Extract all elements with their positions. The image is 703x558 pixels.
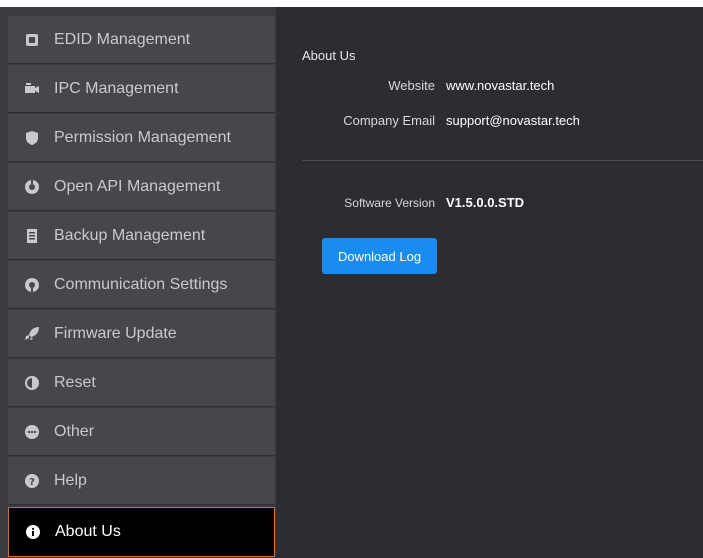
sidebar-item-help[interactable]: ? Help xyxy=(8,457,275,505)
sidebar-item-label: Other xyxy=(54,422,95,440)
download-log-button[interactable]: Download Log xyxy=(322,238,437,274)
sidebar-item-label: Firmware Update xyxy=(54,324,177,342)
sidebar-item-label: Permission Management xyxy=(54,128,231,146)
sidebar-item-ipc-management[interactable]: IPC Management xyxy=(8,65,275,113)
sidebar-item-open-api-management[interactable]: Open API Management xyxy=(8,163,275,211)
sidebar-item-backup-management[interactable]: Backup Management xyxy=(8,212,275,260)
ipc-icon xyxy=(24,81,40,97)
website-value: www.novastar.tech xyxy=(446,78,555,93)
sidebar-item-other[interactable]: Other xyxy=(8,408,275,456)
edid-icon xyxy=(24,32,40,48)
company-email-value: support@novastar.tech xyxy=(446,113,580,128)
backup-icon xyxy=(24,228,40,244)
sidebar-item-label: Backup Management xyxy=(54,226,206,244)
sidebar-item-label: Communication Settings xyxy=(54,275,228,293)
software-version-value: V1.5.0.0.STD xyxy=(446,195,525,210)
website-label: Website xyxy=(388,78,435,93)
rocket-icon xyxy=(24,326,40,342)
sidebar-item-label: Open API Management xyxy=(54,177,221,195)
svg-text:?: ? xyxy=(29,477,35,488)
sidebar-item-label: About Us xyxy=(55,523,121,540)
sidebar-item-firmware-update[interactable]: Firmware Update xyxy=(8,310,275,358)
help-icon: ? xyxy=(24,473,40,489)
reset-icon xyxy=(24,375,40,391)
other-icon xyxy=(24,424,40,440)
sidebar-item-permission-management[interactable]: Permission Management xyxy=(8,114,275,162)
sidebar-item-reset[interactable]: Reset xyxy=(8,359,275,407)
sidebar-item-about-us[interactable]: About Us xyxy=(8,507,275,557)
communication-icon xyxy=(24,277,40,293)
info-icon xyxy=(25,524,41,540)
sidebar-item-label: IPC Management xyxy=(54,79,179,97)
software-version-label: Software Version xyxy=(344,196,435,210)
sidebar-item-label: Help xyxy=(54,471,87,489)
sidebar-item-communication-settings[interactable]: Communication Settings xyxy=(8,261,275,309)
company-email-label: Company Email xyxy=(343,113,435,128)
sidebar-item-label: EDID Management xyxy=(54,30,191,48)
shield-icon xyxy=(24,130,40,146)
api-icon xyxy=(24,179,40,195)
sidebar-item-edid-management[interactable]: EDID Management xyxy=(8,16,275,64)
page-title: About Us xyxy=(302,48,356,63)
divider xyxy=(302,160,703,161)
sidebar-item-label: Reset xyxy=(54,373,96,391)
